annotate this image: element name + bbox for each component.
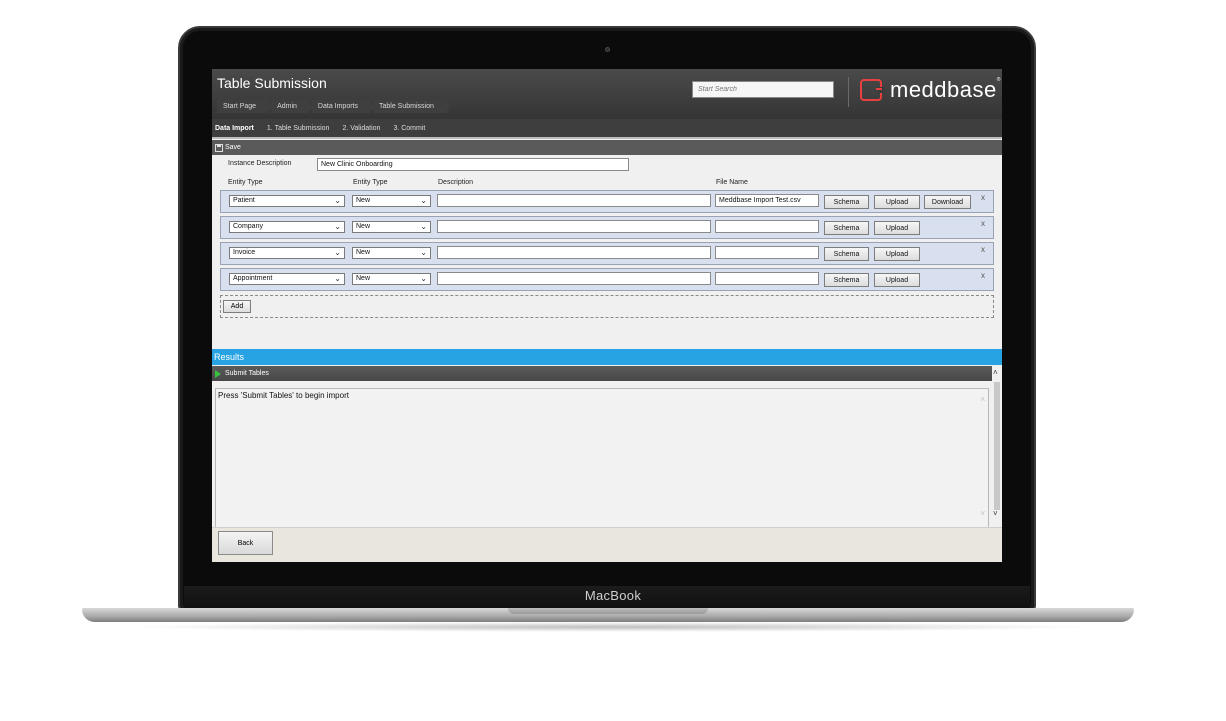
save-button[interactable]: Save xyxy=(212,140,1002,155)
meddbase-logo: meddbase® xyxy=(860,77,1001,103)
log-scroll-up-icon[interactable]: ˄ xyxy=(980,395,985,404)
breadcrumb-admin[interactable]: Admin xyxy=(271,100,313,114)
download-button[interactable]: Download xyxy=(924,195,971,209)
app-header: Table Submission Start Page Admin Data I… xyxy=(212,69,1002,119)
log-scroll-down-icon[interactable]: ˅ xyxy=(980,509,985,518)
add-row-area: Add xyxy=(220,295,994,318)
wizard-steps: Data Import 1. Table Submission 2. Valid… xyxy=(212,119,1002,137)
results-scrollbar[interactable]: ˄ ˅ xyxy=(992,366,1002,526)
entity-select[interactable]: Appointment ⌄ xyxy=(229,273,345,285)
breadcrumb: Start Page Admin Data Imports Table Subm… xyxy=(217,100,450,114)
table-row: Company ⌄ New ⌄ Schema Upload x xyxy=(220,216,994,239)
col-entity-type: Entity Type xyxy=(228,179,263,186)
step-validation[interactable]: 2. Validation xyxy=(342,125,380,132)
upload-button[interactable]: Upload xyxy=(874,195,920,209)
type-select[interactable]: New ⌄ xyxy=(352,221,431,233)
upload-button[interactable]: Upload xyxy=(874,247,920,261)
entity-select[interactable]: Invoice ⌄ xyxy=(229,247,345,259)
submit-tables-button[interactable]: Submit Tables xyxy=(212,366,992,381)
description-field[interactable] xyxy=(437,194,711,207)
chevron-down-icon: ⌄ xyxy=(334,222,341,231)
file-name-field[interactable]: Meddbase Import Test.csv xyxy=(715,194,819,207)
col-description: Description xyxy=(438,179,474,186)
chevron-down-icon: ⌄ xyxy=(334,196,341,205)
entity-select[interactable]: Patient ⌄ xyxy=(229,195,345,207)
step-table-submission[interactable]: 1. Table Submission xyxy=(267,125,330,132)
chevron-down-icon: ⌄ xyxy=(420,274,427,283)
results-header: Results xyxy=(212,349,1002,365)
remove-row-button[interactable]: x xyxy=(981,219,985,228)
chevron-down-icon[interactable]: ˅ xyxy=(993,509,998,518)
instance-description-field[interactable]: New Clinic Onboarding xyxy=(317,158,629,171)
save-label: Save xyxy=(225,144,241,151)
file-name-field[interactable] xyxy=(715,220,819,233)
results-log: Press 'Submit Tables' to begin import ˄ … xyxy=(215,388,989,528)
upload-button[interactable]: Upload xyxy=(874,273,920,287)
description-field[interactable] xyxy=(437,272,711,285)
file-name-field[interactable] xyxy=(715,272,819,285)
header-divider xyxy=(848,77,849,107)
save-icon xyxy=(215,143,223,152)
chevron-down-icon: ⌄ xyxy=(334,248,341,257)
table-row: Invoice ⌄ New ⌄ Schema Upload x xyxy=(220,242,994,265)
description-field[interactable] xyxy=(437,220,711,233)
schema-button[interactable]: Schema xyxy=(824,221,869,235)
type-select[interactable]: New ⌄ xyxy=(352,195,431,207)
remove-row-button[interactable]: x xyxy=(981,271,985,280)
upload-button[interactable]: Upload xyxy=(874,221,920,235)
table-row: Patient ⌄ New ⌄ Meddbase Import Test.csv S… xyxy=(220,190,994,213)
chevron-down-icon: ⌄ xyxy=(420,196,427,205)
breadcrumb-table-submission[interactable]: Table Submission xyxy=(373,100,450,114)
add-row-button[interactable]: Add xyxy=(223,300,251,313)
results-title: Results xyxy=(214,352,245,362)
schema-button[interactable]: Schema xyxy=(824,247,869,261)
remove-row-button[interactable]: x xyxy=(981,193,985,202)
footer-bar: Back xyxy=(212,527,1002,562)
breadcrumb-data-imports[interactable]: Data Imports xyxy=(311,100,375,114)
type-select[interactable]: New ⌄ xyxy=(352,247,431,259)
camera-icon xyxy=(605,47,610,52)
type-select[interactable]: New ⌄ xyxy=(352,273,431,285)
entity-select[interactable]: Company ⌄ xyxy=(229,221,345,233)
col-file-name: File Name xyxy=(716,179,748,186)
chevron-up-icon[interactable]: ˄ xyxy=(993,368,998,377)
app-screen: Table Submission Start Page Admin Data I… xyxy=(212,69,1002,562)
laptop-brand: MacBook xyxy=(584,588,642,603)
laptop-notch xyxy=(508,608,708,614)
table-row: Appointment ⌄ New ⌄ Schema Upload x xyxy=(220,268,994,291)
play-icon xyxy=(215,369,221,378)
step-data-import[interactable]: Data Import xyxy=(215,125,254,132)
chevron-down-icon: ⌄ xyxy=(420,248,427,257)
submit-tables-label: Submit Tables xyxy=(225,370,269,377)
description-field[interactable] xyxy=(437,246,711,259)
steps-divider xyxy=(212,137,1002,139)
chevron-down-icon: ⌄ xyxy=(420,222,427,231)
remove-row-button[interactable]: x xyxy=(981,245,985,254)
chevron-down-icon: ⌄ xyxy=(334,274,341,283)
col-entity-type-2: Entity Type xyxy=(353,179,388,186)
import-form: Instance Description New Clinic Onboardi… xyxy=(212,155,1002,349)
step-commit[interactable]: 3. Commit xyxy=(393,125,425,132)
logo-mark-icon xyxy=(860,79,885,101)
breadcrumb-start-page[interactable]: Start Page xyxy=(217,100,273,114)
results-message: Press 'Submit Tables' to begin import xyxy=(218,391,349,400)
schema-button[interactable]: Schema xyxy=(824,195,869,209)
back-button[interactable]: Back xyxy=(218,531,273,555)
logo-text: meddbase® xyxy=(890,77,1001,102)
page-title: Table Submission xyxy=(217,75,327,91)
laptop-shadow xyxy=(120,622,1100,632)
scroll-track[interactable] xyxy=(994,382,1000,510)
laptop-mockup: MacBook Table Submission Start Page Admi… xyxy=(0,0,1226,721)
search-input[interactable] xyxy=(692,81,834,98)
schema-button[interactable]: Schema xyxy=(824,273,869,287)
instance-description-label: Instance Description xyxy=(228,160,292,167)
file-name-field[interactable] xyxy=(715,246,819,259)
